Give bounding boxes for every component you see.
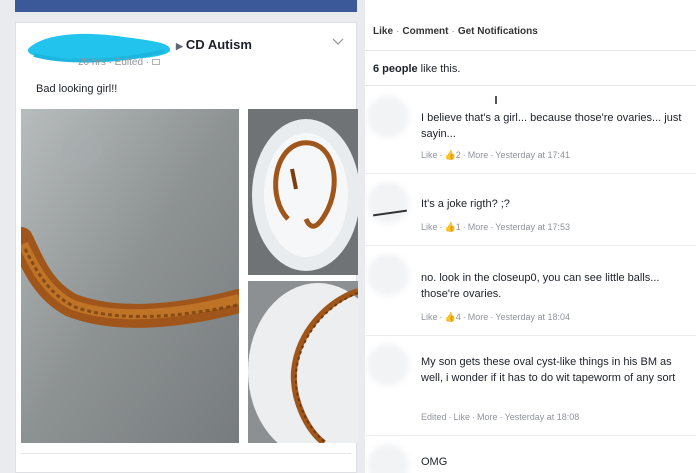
comment-timestamp[interactable]: Yesterday at 17:53 [495, 222, 570, 232]
separator: · [499, 412, 503, 422]
separator: · [490, 150, 494, 160]
separator: · [396, 26, 400, 37]
comment-meta: Like · 👍4 · More · Yesterday at 18:04 [421, 312, 570, 323]
comment-item: My son gets these oval cyst-like things … [365, 336, 696, 436]
comment-like-link[interactable]: Like [421, 150, 438, 160]
likes-summary: 6 people like this. [365, 50, 696, 86]
separator: · [462, 312, 466, 322]
separator: · [439, 312, 443, 322]
separator: · [490, 222, 494, 232]
avatar[interactable] [367, 182, 409, 224]
post-card: ▶ CD Autism 20 hrs · Edited · Bad looking… [15, 22, 358, 473]
avatar[interactable] [367, 444, 409, 473]
separator: · [472, 412, 476, 422]
thumbs-up-icon: 👍 [444, 312, 456, 322]
get-notifications-link[interactable]: Get Notifications [458, 26, 538, 37]
post-photo-plate-bottom[interactable] [248, 281, 358, 443]
globe-icon [151, 59, 160, 66]
chevron-down-icon[interactable] [332, 35, 344, 49]
top-bar [15, 0, 357, 12]
comment-like-count[interactable]: 1 [456, 222, 461, 232]
avatar[interactable] [367, 344, 409, 386]
likes-suffix: like this. [417, 63, 461, 75]
likes-count[interactable]: 6 people [373, 63, 418, 75]
separator: · [448, 412, 452, 422]
comment-meta: Edited · Like · More · Yesterday at 18:08 [421, 412, 579, 422]
avatar[interactable] [367, 254, 409, 296]
comment-edited-label[interactable]: Edited [421, 412, 447, 422]
post-footer-divider [21, 453, 351, 469]
comment-text: no. look in the closeup0, you can see li… [421, 272, 660, 300]
avatar[interactable] [367, 96, 409, 138]
post-photo-main[interactable] [21, 109, 239, 443]
comment-text: OMG [421, 456, 448, 468]
comment-item: I believe that's a girl... because those… [365, 88, 696, 174]
comment-text: It's a joke rigth? ;? [421, 198, 510, 210]
comment-more-link[interactable]: More [477, 412, 498, 422]
comments-panel: Like · Comment · Get Notifications 6 people … [365, 0, 696, 473]
comment-meta: Like · 👍1 · More · Yesterday at 17:53 [421, 222, 570, 233]
comment-like-link[interactable]: Like [454, 412, 471, 422]
comment-meta: Like · 👍2 · More · Yesterday at 17:41 [421, 150, 570, 161]
comment-link[interactable]: Comment [402, 26, 448, 37]
comment-like-link[interactable]: Like [421, 312, 438, 322]
comment-text: I believe that's a girl... because those… [421, 112, 682, 140]
separator: · [439, 222, 443, 232]
thumbs-up-icon: 👍 [444, 222, 456, 232]
post-panel: ▶ CD Autism 20 hrs · Edited · Bad looking… [0, 0, 360, 473]
comment-more-link[interactable]: More [468, 150, 489, 160]
comment-timestamp[interactable]: Yesterday at 17:41 [495, 150, 570, 160]
group-name[interactable]: CD Autism [186, 37, 252, 52]
comment-more-link[interactable]: More [468, 312, 489, 322]
separator: · [451, 26, 455, 37]
post-action-bar: Like · Comment · Get Notifications [373, 26, 538, 37]
comment-item: It's a joke rigth? ;? Like · 👍1 · More · Yeste… [365, 174, 696, 246]
post-header[interactable]: ▶ CD Autism [176, 37, 252, 52]
comment-item: OMG [365, 436, 696, 473]
post-text: Bad looking girl!! [36, 83, 118, 95]
comment-item: no. look in the closeup0, you can see li… [365, 246, 696, 336]
thumbs-up-icon: 👍 [444, 150, 456, 160]
comment-like-link[interactable]: Like [421, 222, 438, 232]
separator: · [462, 222, 466, 232]
post-photo-plate-top[interactable] [248, 109, 358, 275]
comment-timestamp[interactable]: Yesterday at 18:04 [495, 312, 570, 322]
comment-like-count[interactable]: 2 [456, 150, 461, 160]
triangle-right-icon: ▶ [176, 41, 183, 51]
post-meta[interactable]: 20 hrs · Edited · [78, 57, 160, 68]
like-link[interactable]: Like [373, 26, 393, 37]
post-timestamp[interactable]: 20 hrs · Edited · [78, 57, 152, 68]
comment-like-count[interactable]: 4 [456, 312, 461, 322]
likes-text[interactable]: 6 people like this. [373, 63, 460, 75]
separator: · [490, 312, 494, 322]
comment-more-link[interactable]: More [468, 222, 489, 232]
separator: · [439, 150, 443, 160]
comment-timestamp[interactable]: Yesterday at 18:08 [505, 412, 580, 422]
redaction-mark [495, 96, 497, 104]
separator: · [462, 150, 466, 160]
comment-text: My son gets these oval cyst-like things … [421, 356, 676, 384]
